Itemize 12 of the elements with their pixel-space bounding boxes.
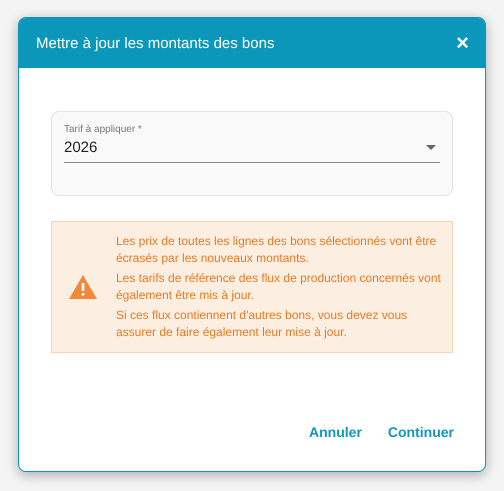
field-label: Tarif à appliquer * xyxy=(64,124,143,135)
select-field[interactable]: Tarif à appliquer * 2026 xyxy=(51,111,453,196)
warning-text: Les tarifs de référence des flux de production concernés vont également être mis à jour. xyxy=(116,270,442,304)
action-button[interactable]: Continuer xyxy=(388,424,454,440)
field-value: 2026 xyxy=(64,139,98,156)
action-button[interactable]: Annuler xyxy=(309,424,362,440)
warning-text: Si ces flux contiennent d'autres bons, vous devez vous assurer de faire également leur mise à jour. xyxy=(116,307,408,341)
close-button[interactable]: × xyxy=(456,32,469,54)
caret-icon xyxy=(426,145,436,150)
warning-text: Les prix de toutes les lignes des bons sélectionnés vont être écrasés par les nouveaux montants. xyxy=(116,233,438,267)
warning-icon xyxy=(69,275,97,299)
dialog-title: Mettre à jour les montants des bons xyxy=(36,34,274,52)
